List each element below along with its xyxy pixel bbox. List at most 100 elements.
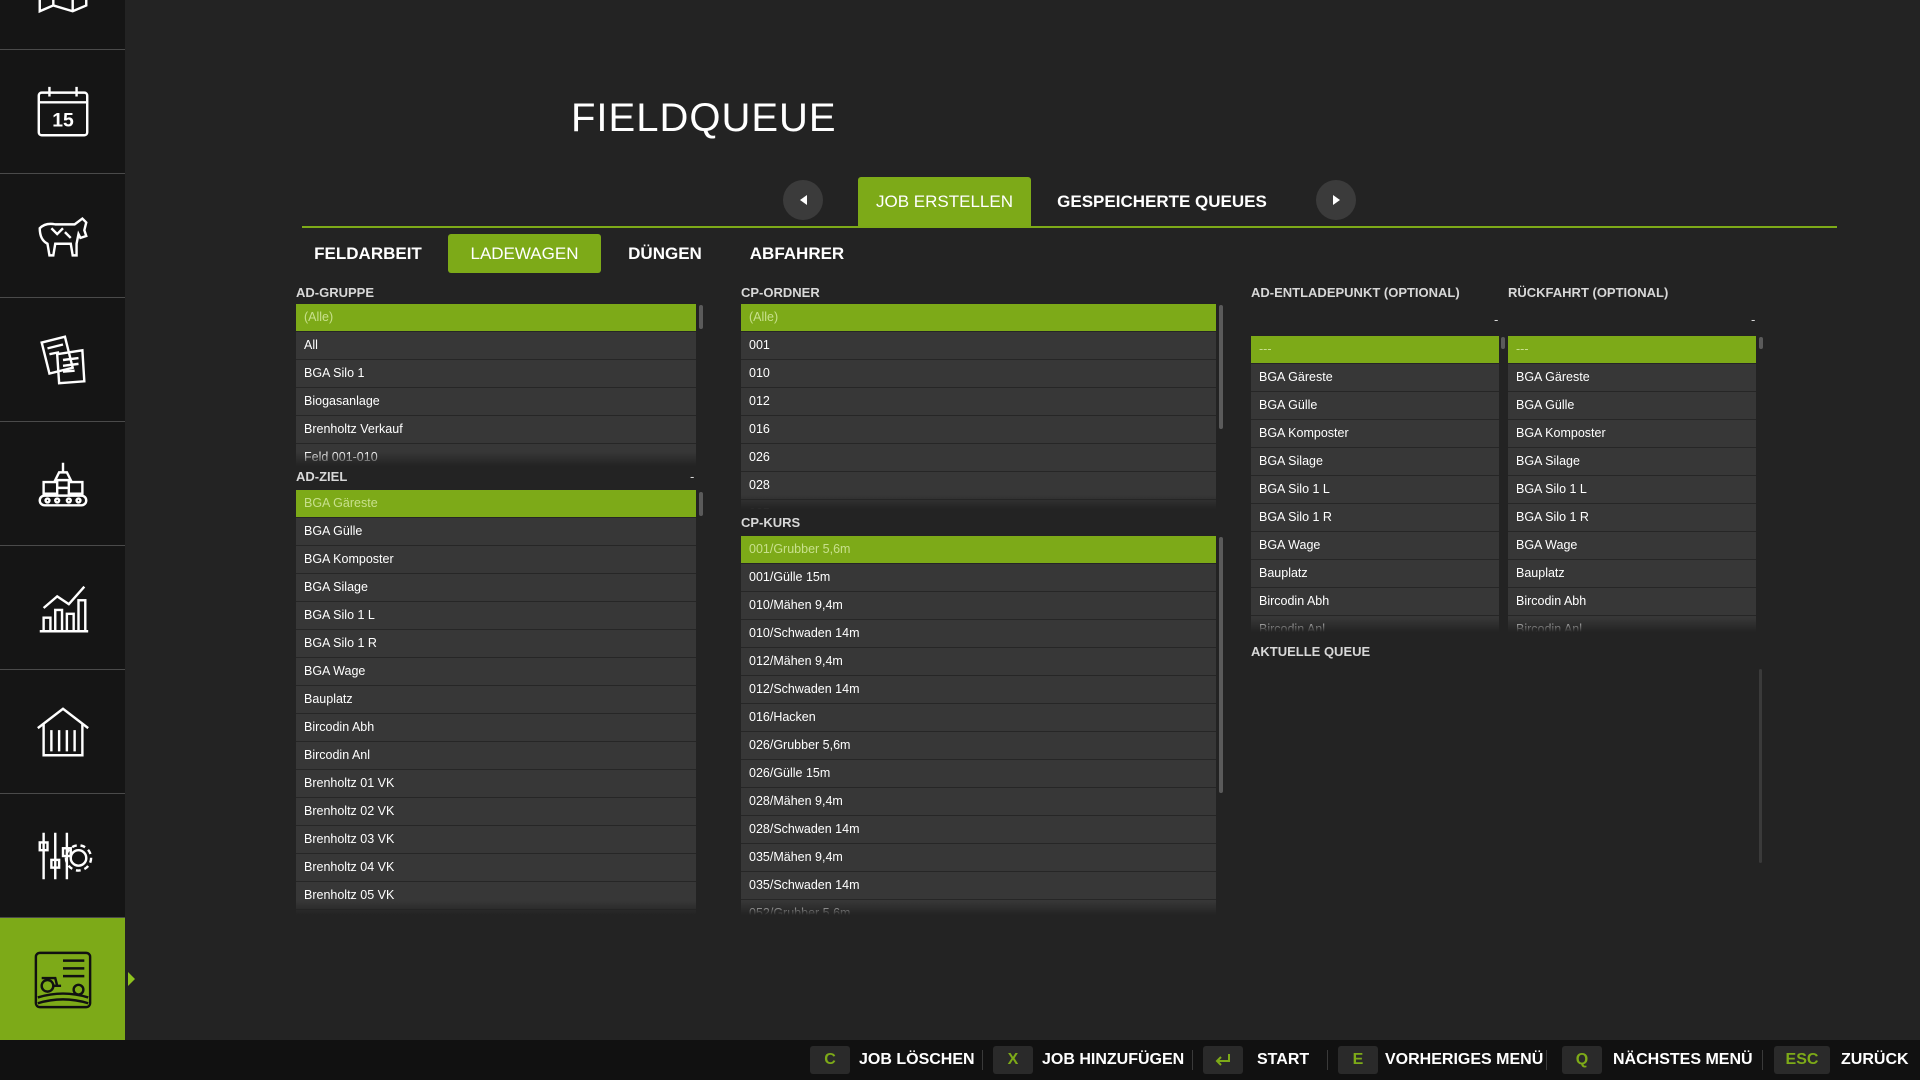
cp-kurs-scrollbar[interactable]: [1219, 537, 1223, 793]
list-item[interactable]: Bircodin Anl: [1508, 616, 1756, 632]
list-item[interactable]: 012/Mähen 9,4m: [741, 648, 1216, 676]
list-item[interactable]: BGA Komposter: [1251, 420, 1499, 448]
rueckfahrt-scrollbar[interactable]: [1759, 337, 1763, 349]
list-item[interactable]: Brenholtz Verkauf: [296, 416, 696, 444]
sidebar-item-settings[interactable]: [0, 794, 125, 918]
list-item[interactable]: BGA Wage: [1251, 532, 1499, 560]
list-item[interactable]: BGA Silage: [296, 574, 696, 602]
list-item[interactable]: 012: [741, 388, 1216, 416]
list-item[interactable]: Brenholtz 02 VK: [296, 798, 696, 826]
list-item[interactable]: 001: [741, 332, 1216, 360]
page-title: FIELDQUEUE: [571, 96, 837, 140]
naechstes-menue-button[interactable]: NÄCHSTES MENÜ: [1613, 1051, 1753, 1069]
zurueck-button[interactable]: ZURÜCK: [1841, 1051, 1909, 1069]
list-item[interactable]: 035/Mähen 9,4m: [741, 844, 1216, 872]
start-button[interactable]: START: [1257, 1051, 1309, 1069]
list-item[interactable]: BGA Silo 1: [296, 360, 696, 388]
list-item[interactable]: 026: [741, 444, 1216, 472]
list-item[interactable]: Bauplatz: [1508, 560, 1756, 588]
list-item[interactable]: 001/Gülle 15m: [741, 564, 1216, 592]
list-item[interactable]: (Alle): [741, 304, 1216, 332]
list-item[interactable]: Bauplatz: [1251, 560, 1499, 588]
job-hinzufuegen-button[interactable]: JOB HINZUFÜGEN: [1042, 1051, 1184, 1069]
list-item[interactable]: Bircodin Abh: [296, 714, 696, 742]
sidebar-item-barn[interactable]: [0, 670, 125, 794]
list-item[interactable]: BGA Wage: [1508, 532, 1756, 560]
subtab-ladewagen[interactable]: LADEWAGEN: [448, 234, 601, 273]
list-item[interactable]: 028/Schwaden 14m: [741, 816, 1216, 844]
list-item[interactable]: BGA Silage: [1251, 448, 1499, 476]
list-item[interactable]: BGA Silo 1 L: [1251, 476, 1499, 504]
list-item[interactable]: Brenholtz 04 VK: [296, 854, 696, 882]
sidebar-item-contracts[interactable]: [0, 298, 125, 422]
list-item[interactable]: 026/Gülle 15m: [741, 760, 1216, 788]
list-item[interactable]: 012/Schwaden 14m: [741, 676, 1216, 704]
list-item[interactable]: (Alle): [296, 304, 696, 332]
cp-ordner-scrollbar[interactable]: [1219, 305, 1223, 429]
list-item[interactable]: 052/Grubber 5,6m: [741, 900, 1216, 915]
list-item[interactable]: Brenholtz 01 VK: [296, 770, 696, 798]
aktuelle-queue-scrollbar[interactable]: [1759, 669, 1762, 863]
list-item[interactable]: BGA Gülle: [1508, 392, 1756, 420]
active-indicator-arrow: [128, 972, 135, 986]
ad-ziel-scrollbar[interactable]: [699, 492, 703, 516]
list-item[interactable]: BGA Gäreste: [1251, 364, 1499, 392]
list-item[interactable]: Bircodin Abh: [1251, 588, 1499, 616]
ad-gruppe-scrollbar[interactable]: [699, 305, 703, 329]
subtab-abfahrer[interactable]: ABFAHRER: [738, 234, 856, 273]
vorheriges-menue-button[interactable]: VORHERIGES MENÜ: [1385, 1051, 1543, 1069]
tab-job-erstellen[interactable]: JOB ERSTELLEN: [858, 177, 1031, 226]
list-item[interactable]: BGA Silage: [1508, 448, 1756, 476]
list-item[interactable]: 010: [741, 360, 1216, 388]
list-item[interactable]: Bircodin Anl: [296, 742, 696, 770]
sidebar-item-statistics[interactable]: [0, 546, 125, 670]
list-item[interactable]: 016: [741, 416, 1216, 444]
subtab-feldarbeit[interactable]: FELDARBEIT: [303, 234, 433, 273]
list-item[interactable]: BGA Komposter: [1508, 420, 1756, 448]
sidebar-item-calendar[interactable]: 15: [0, 50, 125, 174]
tab-divider: [302, 226, 1837, 228]
list-item[interactable]: 010/Schwaden 14m: [741, 620, 1216, 648]
list-item[interactable]: Bircodin Abh: [1508, 588, 1756, 616]
list-item[interactable]: 010/Mähen 9,4m: [741, 592, 1216, 620]
tab-gespeicherte-queues[interactable]: GESPEICHERTE QUEUES: [1049, 177, 1275, 226]
list-item[interactable]: All: [296, 332, 696, 360]
sidebar-nav: 15: [0, 0, 135, 1041]
sidebar-item-fieldqueue[interactable]: [0, 918, 125, 1041]
list-item[interactable]: Brenholtz 05 VK: [296, 882, 696, 910]
list-item[interactable]: BGA Gülle: [1251, 392, 1499, 420]
list-item[interactable]: BGA Gäreste: [1508, 364, 1756, 392]
list-item[interactable]: BGA Komposter: [296, 546, 696, 574]
list-item[interactable]: Bauplatz: [296, 686, 696, 714]
list-item[interactable]: BGA Silo 1 R: [1251, 504, 1499, 532]
subtab-duengen[interactable]: DÜNGEN: [618, 234, 712, 273]
fieldqueue-icon: [34, 951, 91, 1008]
list-item[interactable]: BGA Silo 1 R: [1508, 504, 1756, 532]
sidebar-item-map[interactable]: [0, 0, 125, 50]
list-item[interactable]: 026/Grubber 5,6m: [741, 732, 1216, 760]
list-item[interactable]: 035: [741, 500, 1216, 509]
list-item[interactable]: Feld 001-010: [296, 444, 696, 466]
list-item[interactable]: ---: [1508, 336, 1756, 364]
list-item[interactable]: BGA Silo 1 L: [296, 602, 696, 630]
list-item[interactable]: Bircodin Anl: [1251, 616, 1499, 632]
list-item[interactable]: BGA Silo 1 L: [1508, 476, 1756, 504]
list-item[interactable]: Biogasanlage: [296, 388, 696, 416]
list-item[interactable]: 028/Mähen 9,4m: [741, 788, 1216, 816]
prev-tab-button[interactable]: [783, 180, 823, 220]
job-loeschen-button[interactable]: JOB LÖSCHEN: [859, 1051, 975, 1069]
list-item[interactable]: 028: [741, 472, 1216, 500]
sidebar-item-production[interactable]: [0, 422, 125, 546]
next-tab-button[interactable]: [1316, 180, 1356, 220]
list-item[interactable]: BGA Gäreste: [296, 490, 696, 518]
list-item[interactable]: BGA Gülle: [296, 518, 696, 546]
list-item[interactable]: BGA Wage: [296, 658, 696, 686]
list-item[interactable]: 001/Grubber 5,6m: [741, 536, 1216, 564]
list-item[interactable]: Brenholtz 03 VK: [296, 826, 696, 854]
list-item[interactable]: 035/Schwaden 14m: [741, 872, 1216, 900]
sidebar-item-animals[interactable]: [0, 174, 125, 298]
list-item[interactable]: 016/Hacken: [741, 704, 1216, 732]
list-item[interactable]: BGA Silo 1 R: [296, 630, 696, 658]
list-item[interactable]: ---: [1251, 336, 1499, 364]
ad-entladepunkt-scrollbar[interactable]: [1501, 337, 1505, 349]
